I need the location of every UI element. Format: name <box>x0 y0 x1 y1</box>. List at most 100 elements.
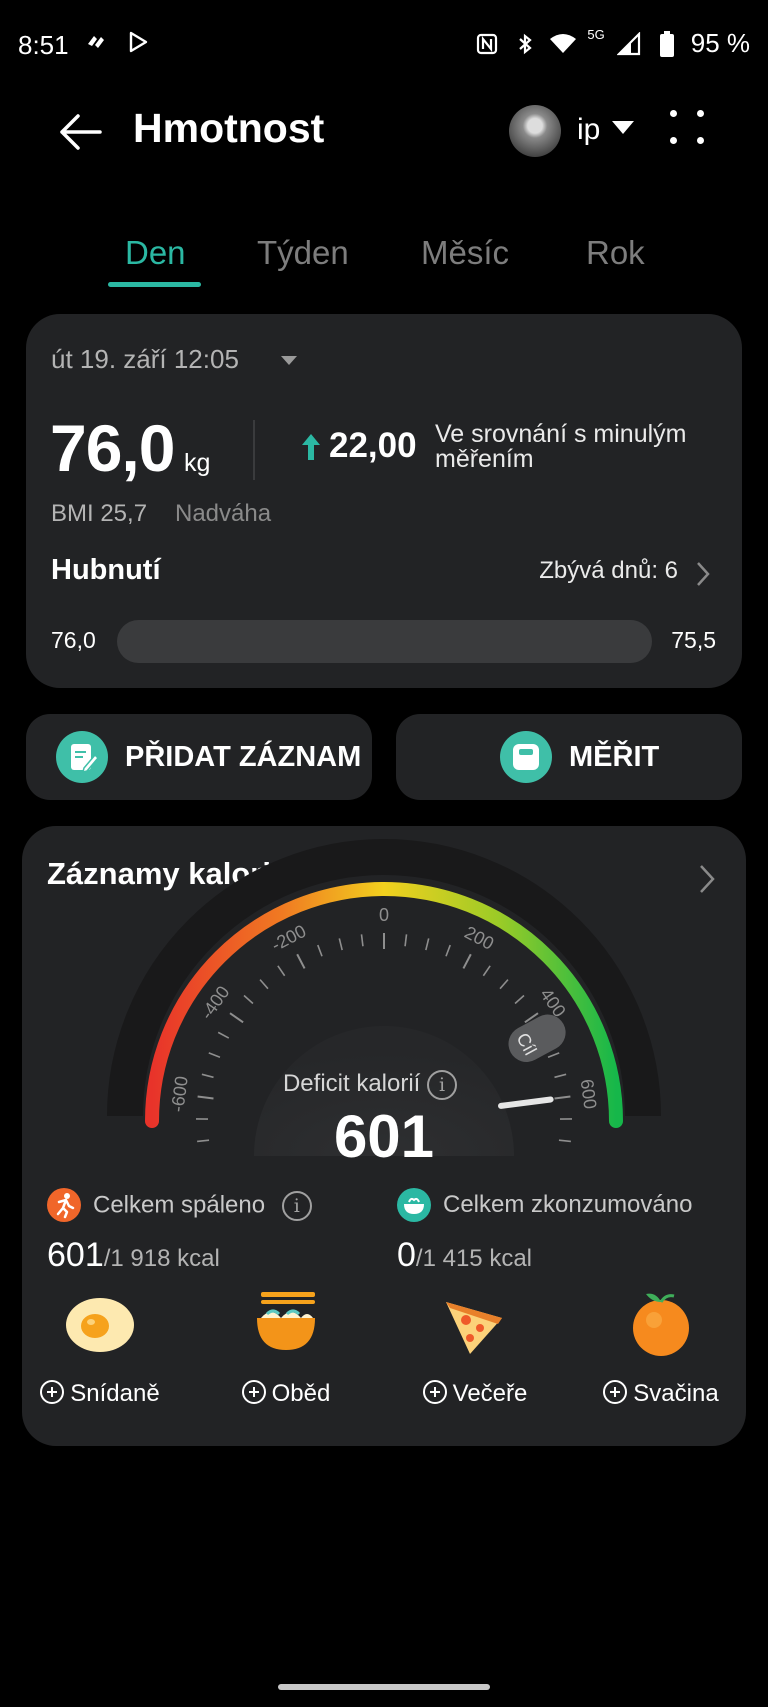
gauge-tick <box>243 994 254 1005</box>
weight-unit: kg <box>184 449 211 477</box>
measure-label: MĚŘIT <box>569 741 660 773</box>
info-icon[interactable]: i <box>427 1070 458 1100</box>
network-type: 5G <box>587 27 605 42</box>
weight-change-label: Ve srovnání s minulým měřením <box>435 420 687 473</box>
running-icon <box>47 1188 81 1222</box>
gauge-tick <box>462 953 472 969</box>
calories-card: Záznamy kalorií -800-600-400-20002004006… <box>22 826 746 1446</box>
bmi-value: BMI 25,7 <box>51 500 148 527</box>
burned-total: /1 918 kcal <box>103 1245 220 1272</box>
meal-breakfast[interactable]: Snídaně <box>30 1288 170 1418</box>
burned-label-text: Celkem spáleno <box>93 1191 266 1219</box>
meal-label: Večeře <box>452 1380 528 1407</box>
gauge-tick-label: 400 <box>536 985 570 1021</box>
goal-target-weight: 75,5 <box>671 627 716 653</box>
gauge-tick <box>445 944 451 957</box>
plus-circle-icon <box>603 1380 628 1404</box>
gauge-tick <box>277 965 286 977</box>
gauge-tick <box>338 938 343 951</box>
bluetooth-icon <box>511 30 539 58</box>
plus-circle-icon <box>422 1380 447 1404</box>
gauge-tick <box>499 979 509 990</box>
add-record-label: PŘIDAT ZÁZNAM <box>125 741 362 773</box>
meal-label: Oběd <box>271 1380 331 1407</box>
tab-week[interactable]: Týden <box>257 234 349 272</box>
deficit-value: 601 <box>333 1103 435 1170</box>
noodle-bowl-icon <box>251 1288 321 1358</box>
fried-egg-icon <box>65 1288 135 1358</box>
deficit-label: Deficit kalorií <box>282 1070 421 1098</box>
info-icon[interactable]: i <box>281 1191 312 1221</box>
add-record-button[interactable]: PŘIDAT ZÁZNAM <box>26 714 372 800</box>
add-breakfast-button[interactable]: Snídaně <box>30 1380 170 1408</box>
add-snack-button[interactable]: Svačina <box>591 1380 731 1408</box>
gauge-tick <box>482 965 491 977</box>
home-indicator[interactable] <box>278 1684 490 1690</box>
meal-label: Snídaně <box>70 1380 160 1407</box>
tab-year[interactable]: Rok <box>586 234 645 272</box>
increase-arrow-icon <box>301 433 321 461</box>
meal-label: Svačina <box>633 1380 719 1407</box>
active-tab-indicator <box>108 282 201 287</box>
more-grid-icon[interactable] <box>665 105 709 149</box>
gauge-tick <box>404 934 408 947</box>
scale-icon <box>500 731 552 783</box>
date-dropdown-icon[interactable] <box>281 356 297 365</box>
meal-lunch[interactable]: Oběd <box>216 1288 356 1418</box>
burned-value-row: 601/1 918 kcal <box>47 1236 220 1275</box>
consumed-total: /1 415 kcal <box>415 1245 532 1272</box>
consumed-label: Celkem zkonzumováno <box>443 1191 693 1218</box>
gauge-tick <box>547 1052 560 1058</box>
plus-circle-icon <box>40 1380 65 1404</box>
divider <box>253 420 255 480</box>
orange-fruit-icon <box>626 1288 696 1358</box>
plus-circle-icon <box>241 1380 266 1404</box>
deficit-label-row: Deficit kalorií i <box>22 1070 746 1100</box>
gauge-tick <box>360 934 364 947</box>
user-name[interactable]: ip <box>577 113 600 147</box>
tab-day[interactable]: Den <box>125 234 186 272</box>
notification-app-icon <box>82 28 110 56</box>
consumed-value: 0 <box>397 1236 416 1274</box>
measure-button[interactable]: MĚŘIT <box>396 714 742 800</box>
signal-icon <box>615 30 643 58</box>
pizza-slice-icon <box>440 1288 510 1358</box>
gauge-tick <box>259 979 269 990</box>
user-dropdown-caret-icon[interactable] <box>612 121 634 134</box>
add-lunch-button[interactable]: Oběd <box>216 1380 356 1408</box>
battery-icon <box>653 30 681 58</box>
gauge-tick <box>317 944 323 957</box>
goal-marker: Cíl <box>508 1014 566 1062</box>
weight-value: 76,0 <box>50 411 175 485</box>
tab-month[interactable]: Měsíc <box>421 234 509 272</box>
burned-label: Celkem spáleno i <box>93 1191 312 1221</box>
meal-snack[interactable]: Svačina <box>591 1288 731 1418</box>
back-arrow-icon[interactable] <box>56 107 106 157</box>
weight-change-value: 22,00 <box>329 426 417 465</box>
goal-progress-bar <box>117 620 652 663</box>
battery-level: 95 % <box>690 28 750 58</box>
bmi-status: Nadváha <box>175 500 272 527</box>
chevron-right-icon[interactable] <box>692 559 714 589</box>
weight-card: út 19. září 12:05 76,0 kg 22,00 Ve srovn… <box>26 314 742 688</box>
add-dinner-button[interactable]: Večeře <box>405 1380 545 1408</box>
burned-value: 601 <box>47 1236 104 1274</box>
status-time: 8:51 <box>18 30 69 60</box>
meal-dinner[interactable]: Večeře <box>405 1288 545 1418</box>
period-tabs: Den Týden Měsíc Rok <box>0 230 768 290</box>
wifi-icon <box>549 30 577 58</box>
add-record-icon <box>56 731 108 783</box>
goal-start-weight: 76,0 <box>51 627 96 653</box>
play-store-icon <box>124 28 152 56</box>
app-header: Hmotnost ip <box>0 95 768 175</box>
gauge-tick <box>425 938 430 951</box>
days-left[interactable]: Zbývá dnů: 6 <box>539 557 678 585</box>
gauge-tick-label: 0 <box>379 905 389 925</box>
goal-title: Hubnutí <box>51 554 161 586</box>
avatar[interactable] <box>509 105 561 157</box>
measurement-date[interactable]: út 19. září 12:05 <box>51 344 239 375</box>
gauge-tick-label: -200 <box>268 921 309 955</box>
gauge-tick <box>208 1052 221 1058</box>
gauge-tick <box>217 1031 230 1039</box>
status-bar: 8:51 5G 95 % <box>0 0 768 90</box>
